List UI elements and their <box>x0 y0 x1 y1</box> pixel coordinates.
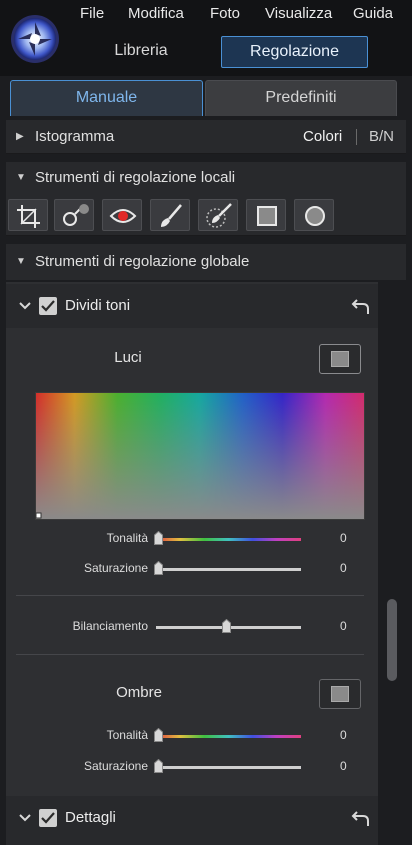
slider-thumb[interactable] <box>222 619 231 633</box>
local-tools-strip <box>6 194 406 236</box>
histogram-label: Istogramma <box>35 128 115 145</box>
adjustment-tool-icon <box>63 204 89 226</box>
menu-guida[interactable]: Guida <box>353 5 393 22</box>
scrollbar-thumb[interactable] <box>387 599 397 681</box>
slider-value: 0 <box>340 561 347 575</box>
red-eye-tool-button[interactable] <box>102 199 142 231</box>
slider-label: Bilanciamento <box>72 619 148 633</box>
crop-tool-button[interactable] <box>8 199 48 231</box>
swatch-color <box>331 686 349 702</box>
expand-right-icon: ▶ <box>16 131 24 142</box>
details-header[interactable]: Dettagli <box>6 796 378 845</box>
highlights-hue-slider[interactable]: Tonalità 0 <box>6 529 378 549</box>
spot-removal-icon <box>206 203 232 228</box>
divider <box>356 129 357 145</box>
slider-thumb[interactable] <box>154 728 163 742</box>
slider-thumb[interactable] <box>154 561 163 575</box>
global-tools-row[interactable]: ▼ Strumenti di regolazione globale <box>6 244 406 280</box>
divider <box>16 595 364 596</box>
adjustment-tool-button[interactable] <box>54 199 94 231</box>
highlights-color-picker[interactable] <box>35 392 365 520</box>
slider-label: Saturazione <box>83 759 148 773</box>
expand-down-icon: ▼ <box>16 256 26 267</box>
highlights-label: Luci <box>114 349 142 366</box>
checkmark-icon <box>41 812 55 824</box>
scrollbar-track[interactable] <box>384 282 406 845</box>
spot-removal-tool-button[interactable] <box>198 199 238 231</box>
slider-value: 0 <box>340 619 347 633</box>
menu-foto[interactable]: Foto <box>210 5 240 22</box>
split-toning-checkbox[interactable] <box>39 297 57 315</box>
app-header: File Modifica Foto Visualizza Guida Libr… <box>0 0 412 76</box>
split-toning-header[interactable]: Dividi toni <box>6 284 378 328</box>
local-tools-label: Strumenti di regolazione locali <box>35 169 236 186</box>
menu-file[interactable]: File <box>80 5 104 22</box>
chevron-down-icon[interactable] <box>18 807 32 827</box>
highlights-saturation-slider[interactable]: Saturazione 0 <box>6 559 378 579</box>
chevron-down-icon[interactable] <box>18 295 32 315</box>
split-toning-panel: Dividi toni Luci Tonalità 0 Saturazione … <box>6 282 378 845</box>
radial-mask-tool-button[interactable] <box>294 199 334 231</box>
slider-label: Tonalità <box>106 728 148 742</box>
panel-tabs: Manuale Predefiniti <box>0 78 412 116</box>
slider-track[interactable] <box>156 735 301 738</box>
slider-label: Saturazione <box>83 561 148 575</box>
global-tools-label: Strumenti di regolazione globale <box>35 253 250 270</box>
shadows-color-swatch[interactable] <box>319 679 361 709</box>
menu-modifica[interactable]: Modifica <box>128 5 184 22</box>
details-title: Dettagli <box>65 809 116 826</box>
slider-track[interactable] <box>156 766 301 769</box>
shadows-saturation-slider[interactable]: Saturazione 0 <box>6 757 378 777</box>
menu-visualizza[interactable]: Visualizza <box>265 5 332 22</box>
details-checkbox[interactable] <box>39 809 57 827</box>
highlights-color-swatch[interactable] <box>319 344 361 374</box>
picker-handle[interactable] <box>35 512 42 519</box>
divider <box>16 654 364 655</box>
local-tools-row[interactable]: ▼ Strumenti di regolazione locali <box>6 162 406 194</box>
tab-manuale[interactable]: Manuale <box>10 80 203 116</box>
reset-icon[interactable] <box>351 296 371 316</box>
slider-thumb[interactable] <box>154 531 163 545</box>
checkmark-icon <box>41 300 55 312</box>
radial-mask-icon <box>305 206 325 226</box>
square-mask-tool-button[interactable] <box>246 199 286 231</box>
slider-value: 0 <box>340 759 347 773</box>
balance-slider[interactable]: Bilanciamento 0 <box>6 617 378 637</box>
slider-label: Tonalità <box>106 531 148 545</box>
square-mask-icon <box>257 206 277 226</box>
slider-thumb[interactable] <box>154 759 163 773</box>
slider-track[interactable] <box>156 568 301 571</box>
slider-track[interactable] <box>156 538 301 541</box>
library-mode-button[interactable]: Libreria <box>92 36 190 68</box>
shadows-label: Ombre <box>116 684 162 701</box>
brush-tool-button[interactable] <box>150 199 190 231</box>
crop-icon <box>17 205 40 228</box>
shadows-hue-slider[interactable]: Tonalità 0 <box>6 726 378 746</box>
slider-value: 0 <box>340 531 347 545</box>
split-toning-title: Dividi toni <box>65 297 131 314</box>
brush-icon <box>161 204 182 227</box>
histogram-row[interactable]: ▶ Istogramma Colori B/N <box>6 120 406 154</box>
app-logo-icon <box>11 15 59 63</box>
bw-toggle[interactable]: B/N <box>369 120 394 154</box>
adjustment-mode-button[interactable]: Regolazione <box>221 36 368 68</box>
slider-value: 0 <box>340 728 347 742</box>
reset-icon[interactable] <box>351 808 371 828</box>
expand-down-icon: ▼ <box>16 172 26 183</box>
colors-toggle[interactable]: Colori <box>303 120 342 154</box>
adjustments-scroll-area: Dividi toni Luci Tonalità 0 Saturazione … <box>6 282 406 845</box>
swatch-color <box>331 351 349 367</box>
red-eye-icon <box>109 209 137 223</box>
tab-predefiniti[interactable]: Predefiniti <box>205 80 397 116</box>
